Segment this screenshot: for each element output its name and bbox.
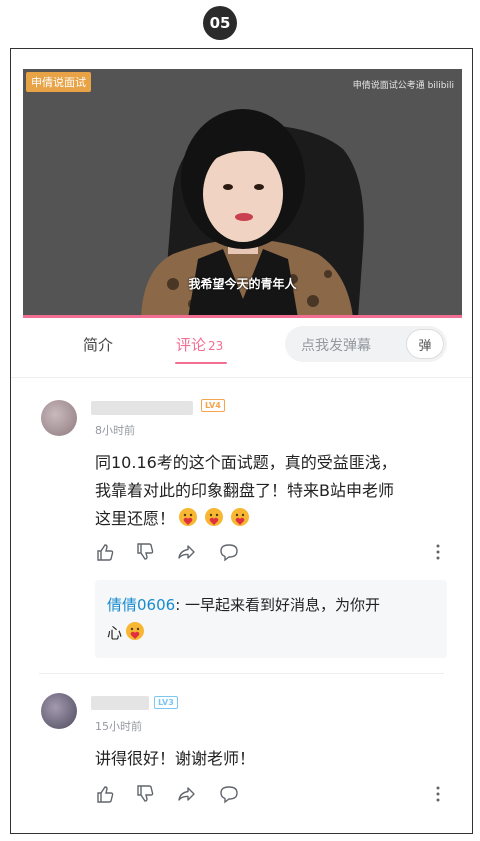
dislike-icon[interactable] bbox=[135, 542, 155, 562]
emoji-icon bbox=[205, 508, 224, 526]
phone-frame: 申倩说面试 申倩说面试公考通 bilibili 我希望今天的青年人 简介 评论 2… bbox=[10, 48, 473, 834]
tab-intro[interactable]: 简介 bbox=[83, 334, 113, 355]
share-icon[interactable] bbox=[177, 784, 197, 804]
emoji-icon bbox=[179, 508, 198, 526]
reply-author[interactable]: 倩倩0606 bbox=[107, 596, 175, 614]
tab-comments[interactable]: 评论 23 bbox=[176, 334, 223, 355]
share-icon[interactable] bbox=[177, 542, 197, 562]
video-player[interactable]: 申倩说面试 申倩说面试公考通 bilibili 我希望今天的青年人 bbox=[23, 69, 462, 318]
comment-actions bbox=[95, 542, 445, 562]
level-badge: LV4 bbox=[201, 399, 225, 412]
active-tab-indicator bbox=[175, 362, 227, 364]
dislike-icon[interactable] bbox=[135, 784, 155, 804]
avatar[interactable] bbox=[41, 693, 77, 729]
emoji-icon bbox=[231, 508, 250, 526]
danmaku-input[interactable]: 点我发弹幕 弹 bbox=[285, 326, 447, 362]
danmaku-placeholder: 点我发弹幕 bbox=[301, 338, 371, 354]
like-icon[interactable] bbox=[95, 542, 115, 562]
comment-text-line: 讲得很好！谢谢老师！ bbox=[95, 749, 256, 768]
level-badge: LV3 bbox=[154, 696, 178, 709]
comment-count: 23 bbox=[208, 339, 224, 353]
reply-content-end: 心 bbox=[107, 624, 123, 642]
like-icon[interactable] bbox=[95, 784, 115, 804]
danmaku-button[interactable]: 弹 bbox=[406, 329, 444, 359]
video-watermark: 申倩说面试公考通 bilibili bbox=[352, 81, 454, 91]
more-icon[interactable] bbox=[431, 542, 445, 562]
more-icon[interactable] bbox=[431, 784, 445, 804]
reply-icon[interactable] bbox=[219, 542, 239, 562]
username-blurred[interactable] bbox=[91, 696, 149, 710]
username-blurred[interactable] bbox=[91, 401, 193, 415]
reply-content: : 一早起来看到好消息，为你开 bbox=[175, 596, 381, 614]
comment-time: 15小时前 bbox=[95, 720, 142, 733]
video-subtitle: 我希望今天的青年人 bbox=[188, 277, 297, 291]
step-badge: 05 bbox=[203, 6, 237, 40]
comment-actions bbox=[95, 784, 445, 804]
comment-time: 8小时前 bbox=[95, 424, 135, 437]
reply-icon[interactable] bbox=[219, 784, 239, 804]
tab-comments-label: 评论 bbox=[176, 336, 207, 354]
comment-text: 同10.16考的这个面试题，真的受益匪浅， 我靠着对此的印象翻盘了！特来B站申老… bbox=[95, 449, 445, 533]
comment-text: 讲得很好！谢谢老师！ bbox=[95, 745, 445, 773]
comment-divider bbox=[39, 673, 444, 674]
danmaku-icon: 弹 bbox=[418, 338, 432, 354]
channel-tag: 申倩说面试 bbox=[26, 72, 91, 92]
comment-text-line: 同10.16考的这个面试题，真的受益匪浅， bbox=[95, 453, 397, 472]
emoji-icon bbox=[126, 622, 145, 640]
comment-text-line: 我靠着对此的印象翻盘了！特来B站申老师 bbox=[95, 481, 394, 500]
reply-box[interactable]: 倩倩0606: 一早起来看到好消息，为你开 心 bbox=[95, 580, 447, 658]
reply-text: 倩倩0606: 一早起来看到好消息，为你开 心 bbox=[107, 591, 437, 647]
tab-bar: 简介 评论 23 点我发弹幕 弹 bbox=[11, 318, 472, 378]
avatar[interactable] bbox=[41, 400, 77, 436]
comment-text-line-last: 这里还愿！ bbox=[95, 505, 445, 533]
